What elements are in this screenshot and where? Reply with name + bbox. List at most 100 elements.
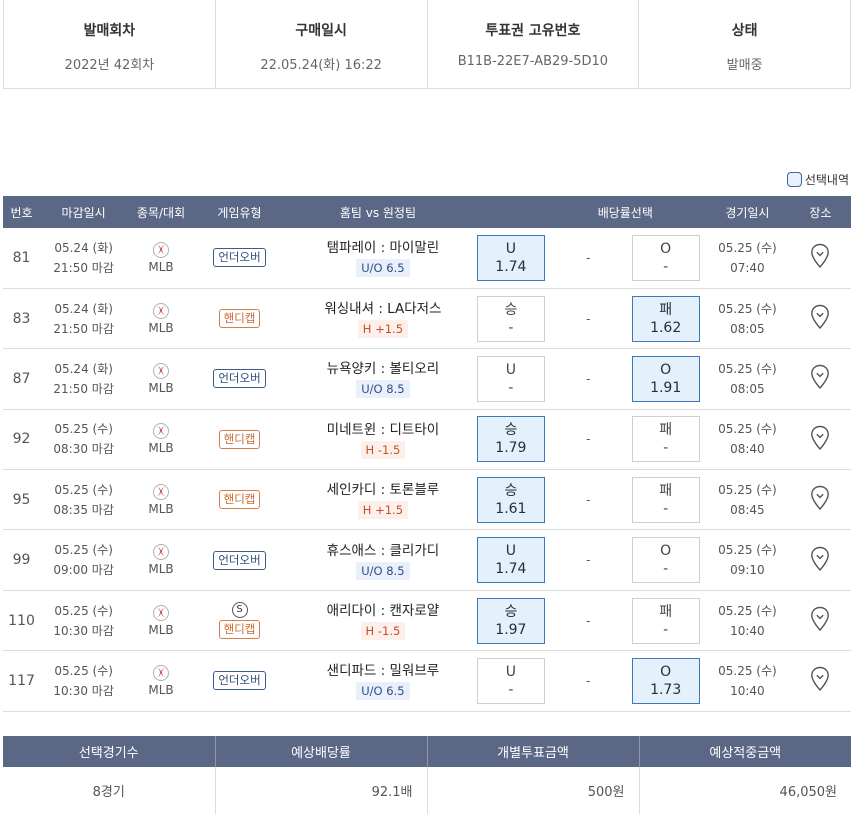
odds-left-button[interactable]: 승 1.79 [476,416,545,463]
odds-right-button[interactable]: O 1.91 [631,355,700,402]
match-teams: 미네트윈 : 디트타이 [326,421,440,438]
game-number: 92 [3,409,41,471]
odds-option: O [660,240,672,257]
match-cell: 뉴욕양키 : 볼티오리 U/O 8.5 [284,348,472,410]
game-date: 05.25 (수) [718,301,777,316]
odds-left-button[interactable]: 승 - [476,295,545,342]
line-chip: H +1.5 [357,501,409,520]
close-time-text: 08:30 마감 [53,442,114,457]
game-date: 05.25 (수) [718,422,777,437]
bottom-header-payout: 예상적중금액 [639,736,851,767]
odds-right-cell: 패 1.62 [626,288,705,350]
odds-draw: - [550,650,627,712]
odds-option: U [505,240,517,257]
game-type-cell: 언더오버 [194,529,285,591]
map-pin-icon[interactable] [810,243,830,272]
line-chip: U/O 8.5 [356,561,410,580]
map-pin-icon[interactable] [810,364,830,393]
game-type-tag: 언더오버 [213,550,266,570]
odds-option: 패 [659,422,673,439]
map-pin-icon[interactable] [810,304,830,333]
league-name: MLB [148,259,174,274]
match-cell: 샌디파드 : 밀워브루 U/O 6.5 [284,650,472,712]
sport-cell: MLB [127,228,195,289]
sport-cell: MLB [127,409,195,471]
game-number: 87 [3,348,41,410]
game-number: 110 [3,590,41,652]
game-date: 05.25 (수) [718,482,777,497]
game-time-cell: 05.25 (수) 07:40 [704,228,790,289]
close-date: 05.24 (화) [54,361,113,376]
match-teams: 휴스애스 : 클리가디 [326,542,440,559]
odds-right-cell: O - [626,228,705,289]
game-time: 09:10 [730,563,765,578]
odds-left-button[interactable]: U 1.74 [476,537,545,584]
odds-left-button[interactable]: U 1.74 [476,234,545,281]
games-table: 번호 마감일시 종목/대회 게임유형 홈팀 vs 원정팀 배당률선택 경기일시 … [3,196,851,712]
match-cell: 휴스애스 : 클리가디 U/O 8.5 [284,529,472,591]
game-date: 05.25 (수) [718,240,777,255]
odds-left-cell: 승 1.61 [471,469,551,531]
baseball-icon [153,483,170,500]
baseball-icon [153,423,170,440]
league-name: MLB [148,622,174,637]
game-time-cell: 05.25 (수) 10:40 [704,590,790,652]
odds-left-button[interactable]: U - [476,355,545,402]
odds-left-button[interactable]: 승 1.97 [476,597,545,644]
close-time-text: 09:00 마감 [53,563,114,578]
map-pin-icon[interactable] [810,485,830,514]
match-teams: 애리다이 : 캔자로얄 [326,603,440,620]
odds-draw: - [550,529,627,591]
league-name: MLB [148,380,174,395]
odds-right-button[interactable]: O - [631,537,700,584]
odds-left-button[interactable]: 승 1.61 [476,476,545,523]
close-time: 05.25 (수) 08:35 마감 [40,469,128,531]
close-time: 05.24 (화) 21:50 마감 [40,348,128,410]
odds-right-button[interactable]: 패 - [631,476,700,523]
odds-option: 패 [659,482,673,499]
map-pin-icon[interactable] [810,606,830,635]
odds-value: 1.74 [495,561,527,578]
game-type-cell: 핸디캡 [194,288,285,350]
close-time-text: 21:50 마감 [53,260,114,275]
summary-status: 상태 발매중 [639,0,850,88]
odds-right-button[interactable]: 패 - [631,416,700,463]
map-pin-icon[interactable] [810,425,830,454]
game-number: 95 [3,469,41,531]
summary-label: 투표권 고유번호 [485,23,581,39]
odds-right-button[interactable]: O - [631,234,700,281]
league-name: MLB [148,562,174,577]
close-date: 05.25 (수) [54,663,113,678]
game-row: 81 05.24 (화) 21:50 마감 MLB 언더오버 탬파레이 : 마이… [3,228,851,289]
map-pin-icon[interactable] [810,666,830,695]
match-cell: 탬파레이 : 마이말린 U/O 6.5 [284,228,472,289]
line-chip: U/O 8.5 [356,380,410,399]
game-date: 05.25 (수) [718,663,777,678]
summary-purchase-time: 구매일시 22.05.24(화) 16:22 [216,0,428,88]
summary-ticket-id: 투표권 고유번호 B11B-22E7-AB29-5D10 [428,0,640,88]
game-type-tag: 핸디캡 [218,620,261,640]
game-time-cell: 05.25 (수) 08:40 [704,409,790,471]
odds-option: 승 [504,301,518,318]
close-time: 05.24 (화) 21:50 마감 [40,228,128,289]
game-type-cell: 언더오버 [194,650,285,712]
match-cell: 워싱내셔 : LA다저스 H +1.5 [284,288,472,350]
col-header-teams: 홈팀 vs 원정팀 [284,196,472,228]
odds-left-button[interactable]: U - [476,657,545,704]
map-pin-icon[interactable] [810,546,830,575]
close-date: 05.25 (수) [54,482,113,497]
odds-option: 패 [659,301,673,318]
close-time: 05.25 (수) 10:30 마감 [40,590,128,652]
summary-label: 구매일시 [295,23,347,39]
summary-label: 발매회차 [83,23,136,39]
game-type-cell: S 핸디캡 [194,590,285,652]
col-header-venue: 장소 [789,196,851,228]
close-date: 05.25 (수) [54,603,113,618]
odds-right-button[interactable]: 패 1.62 [631,295,700,342]
odds-right-button[interactable]: 패 - [631,597,700,644]
odds-option: U [505,361,517,378]
odds-value: 1.79 [495,440,527,457]
expected-payout: 46,050원 [639,767,851,814]
odds-value: - [508,681,514,698]
odds-right-button[interactable]: O 1.73 [631,657,700,704]
